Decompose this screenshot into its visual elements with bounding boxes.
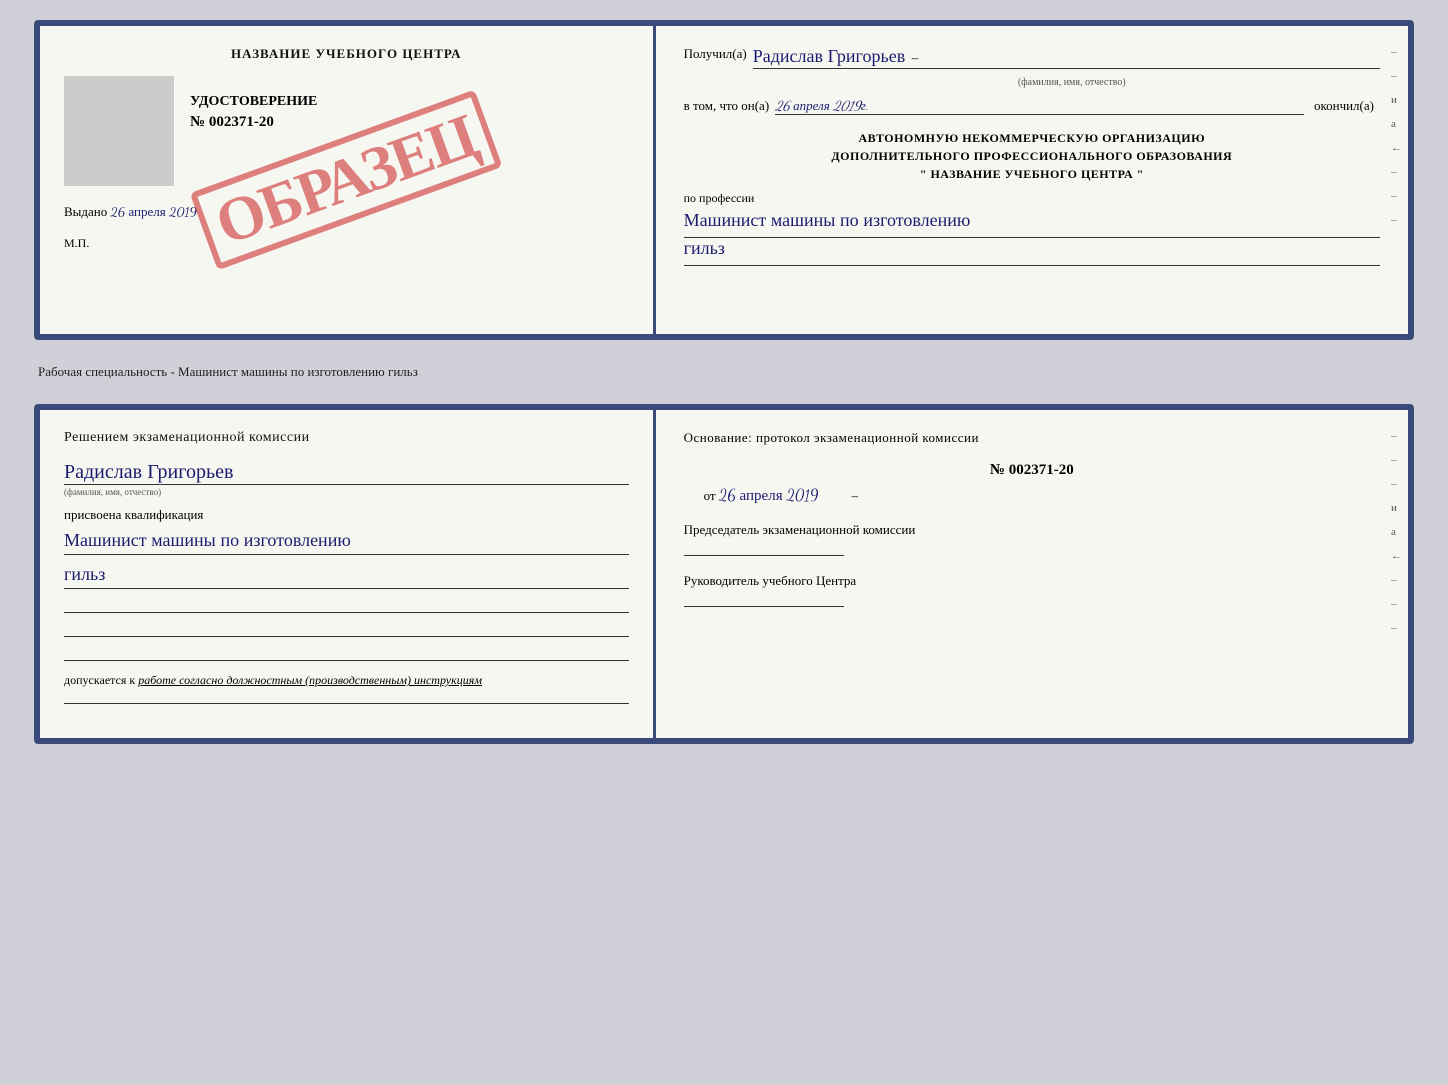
cert-side-marks: – – и а ← – – – bbox=[1391, 46, 1402, 226]
cert-date-value: 26 апреля 2019г. bbox=[775, 98, 1304, 115]
cert-school-title: НАЗВАНИЕ УЧЕБНОГО ЦЕНТРА bbox=[64, 46, 629, 62]
qual-profession-value1: Машинист машины по изготовлению bbox=[64, 529, 629, 555]
cert-profession-value1: Машинист машины по изготовлению bbox=[684, 210, 1380, 238]
cert-org-name: " НАЗВАНИЕ УЧЕБНОГО ЦЕНТРА " bbox=[684, 165, 1380, 183]
qual-right-number: № 002371-20 bbox=[684, 462, 1380, 479]
qual-name: Радислав Григорьев bbox=[64, 460, 629, 485]
cert-vydano-row: Выдано 26 апреля 2019 bbox=[64, 196, 629, 220]
cert-vydano-label: Выдано bbox=[64, 204, 107, 219]
cert-poluchil-label: Получил(а) bbox=[684, 46, 747, 62]
qual-head-sign-line bbox=[684, 606, 844, 607]
qual-head-label: Руководитель учебного Центра bbox=[684, 572, 1380, 590]
cert-number: № 002371-20 bbox=[190, 114, 629, 131]
cert-photo-placeholder bbox=[64, 76, 174, 186]
cert-vydano-date: 26 апреля 2019 bbox=[111, 204, 197, 220]
cert-vtom-label: в том, что он(а) bbox=[684, 98, 770, 114]
cert-okonchil-label: окончил(а) bbox=[1314, 98, 1374, 114]
qual-right-panel: Основание: протокол экзаменационной коми… bbox=[656, 410, 1408, 738]
qual-dopuskaetsya-row: допускается к работе согласно должностны… bbox=[64, 673, 629, 688]
cert-poluchil-row: Получил(а) Радислав Григорьев – bbox=[684, 46, 1380, 69]
cert-vtom-row: в том, что он(а) 26 апреля 2019г. окончи… bbox=[684, 98, 1380, 115]
qual-line1 bbox=[64, 597, 629, 613]
qual-chairman-sign-line bbox=[684, 555, 844, 556]
qual-right-date-row: от 26 апреля 2019 – bbox=[684, 487, 1380, 505]
qual-left-panel: Решением экзаменационной комиссии Радисл… bbox=[40, 410, 656, 738]
qual-name-sublabel: (фамилия, имя, отчество) bbox=[64, 487, 629, 497]
cert-profession-value2: гильз bbox=[684, 238, 1380, 266]
cert-org-line2: ДОПОЛНИТЕЛЬНОГО ПРОФЕССИОНАЛЬНОГО ОБРАЗО… bbox=[684, 147, 1380, 165]
cert-fio-sublabel: (фамилия, имя, отчество) bbox=[684, 77, 1380, 88]
qual-line2 bbox=[64, 621, 629, 637]
cert-org-block: АВТОНОМНУЮ НЕКОММЕРЧЕСКУЮ ОРГАНИЗАЦИЮ ДО… bbox=[684, 129, 1380, 183]
qual-prisvoena-label: присвоена квалификация bbox=[64, 507, 629, 523]
cert-org-line1: АВТОНОМНУЮ НЕКОММЕРЧЕСКУЮ ОРГАНИЗАЦИЮ bbox=[684, 129, 1380, 147]
certificate-document: НАЗВАНИЕ УЧЕБНОГО ЦЕНТРА УДОСТОВЕРЕНИЕ №… bbox=[34, 20, 1414, 340]
qual-dopuskaetsya-value: работе согласно должностным (производств… bbox=[138, 673, 482, 687]
qual-date-value: 26 апреля 2019 bbox=[719, 487, 818, 505]
qual-ot-label: от bbox=[704, 488, 716, 503]
qual-chairman-label: Председатель экзаменационной комиссии bbox=[684, 521, 1380, 539]
qual-line3 bbox=[64, 645, 629, 661]
qual-line4 bbox=[64, 688, 629, 704]
qualification-document: Решением экзаменационной комиссии Радисл… bbox=[34, 404, 1414, 744]
qual-side-marks: – – – и а ← – – – bbox=[1391, 430, 1402, 634]
separator-text: Рабочая специальность - Машинист машины … bbox=[34, 356, 1414, 388]
cert-po-professii-label: по профессии bbox=[684, 191, 1380, 206]
page-container: НАЗВАНИЕ УЧЕБНОГО ЦЕНТРА УДОСТОВЕРЕНИЕ №… bbox=[34, 20, 1414, 744]
cert-udostoverenie-label: УДОСТОВЕРЕНИЕ bbox=[190, 84, 629, 110]
qual-profession-value2: гильз bbox=[64, 563, 629, 589]
qual-dopuskaetsya-label: допускается к bbox=[64, 673, 135, 687]
cert-recipient-name: Радислав Григорьев bbox=[753, 46, 905, 68]
cert-mp: М.П. bbox=[64, 236, 629, 251]
qual-heading: Решением экзаменационной комиссии bbox=[64, 430, 629, 446]
cert-right-panel: Получил(а) Радислав Григорьев – (фамилия… bbox=[656, 26, 1408, 334]
cert-left-panel: НАЗВАНИЕ УЧЕБНОГО ЦЕНТРА УДОСТОВЕРЕНИЕ №… bbox=[40, 26, 656, 334]
qual-right-heading: Основание: протокол экзаменационной коми… bbox=[684, 430, 1380, 446]
